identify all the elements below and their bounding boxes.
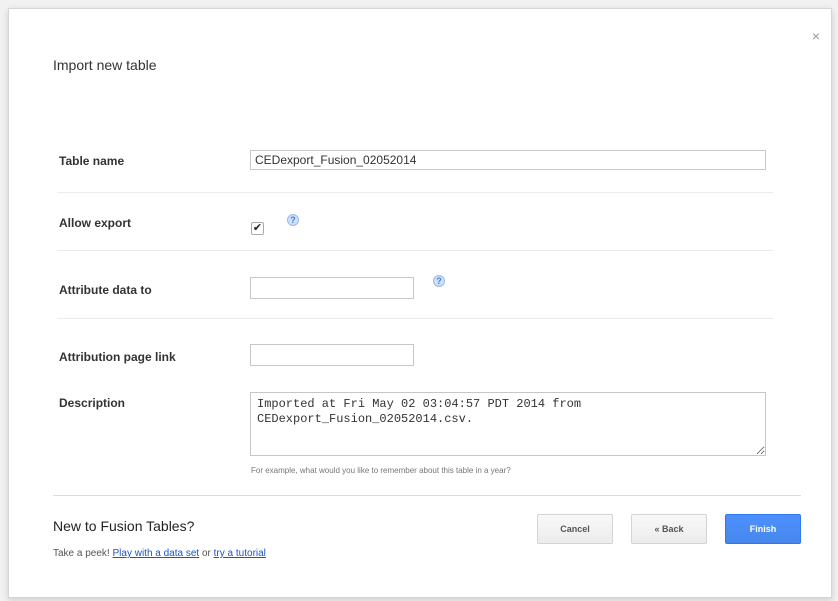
attribute-data-label: Attribute data to xyxy=(59,283,152,297)
dialog-title: Import new table xyxy=(53,57,157,73)
import-table-dialog: Import new table × Table name Allow expo… xyxy=(8,8,832,598)
attribute-data-input[interactable] xyxy=(250,277,414,299)
row-divider xyxy=(57,192,773,193)
close-icon[interactable]: × xyxy=(809,29,823,43)
help-icon[interactable]: ? xyxy=(287,214,299,226)
checkmark-icon: ✔ xyxy=(252,222,263,234)
footer-divider xyxy=(53,495,801,496)
table-name-label: Table name xyxy=(59,154,125,168)
description-hint: For example, what would you like to reme… xyxy=(251,466,511,475)
allow-export-label: Allow export xyxy=(59,216,132,230)
take-a-peek-text: Take a peek! Play with a data set or try… xyxy=(53,548,266,559)
play-with-data-set-link[interactable]: Play with a data set xyxy=(112,548,199,559)
row-divider xyxy=(57,318,773,319)
cancel-button[interactable]: Cancel xyxy=(537,514,613,544)
help-icon[interactable]: ? xyxy=(433,275,445,287)
peek-prefix: Take a peek! xyxy=(53,548,113,559)
peek-or: or xyxy=(199,548,214,559)
try-a-tutorial-link[interactable]: try a tutorial xyxy=(214,548,266,559)
back-button[interactable]: « Back xyxy=(631,514,707,544)
allow-export-checkbox[interactable]: ✔ xyxy=(251,222,264,235)
table-name-input[interactable] xyxy=(250,150,766,170)
new-to-fusion-heading: New to Fusion Tables? xyxy=(53,518,195,534)
attribution-link-input[interactable] xyxy=(250,344,414,366)
description-label: Description xyxy=(59,396,126,410)
description-textarea[interactable]: Imported at Fri May 02 03:04:57 PDT 2014… xyxy=(250,392,766,456)
row-divider xyxy=(57,250,773,251)
finish-button[interactable]: Finish xyxy=(725,514,801,544)
attribution-link-label: Attribution page link xyxy=(59,350,176,364)
